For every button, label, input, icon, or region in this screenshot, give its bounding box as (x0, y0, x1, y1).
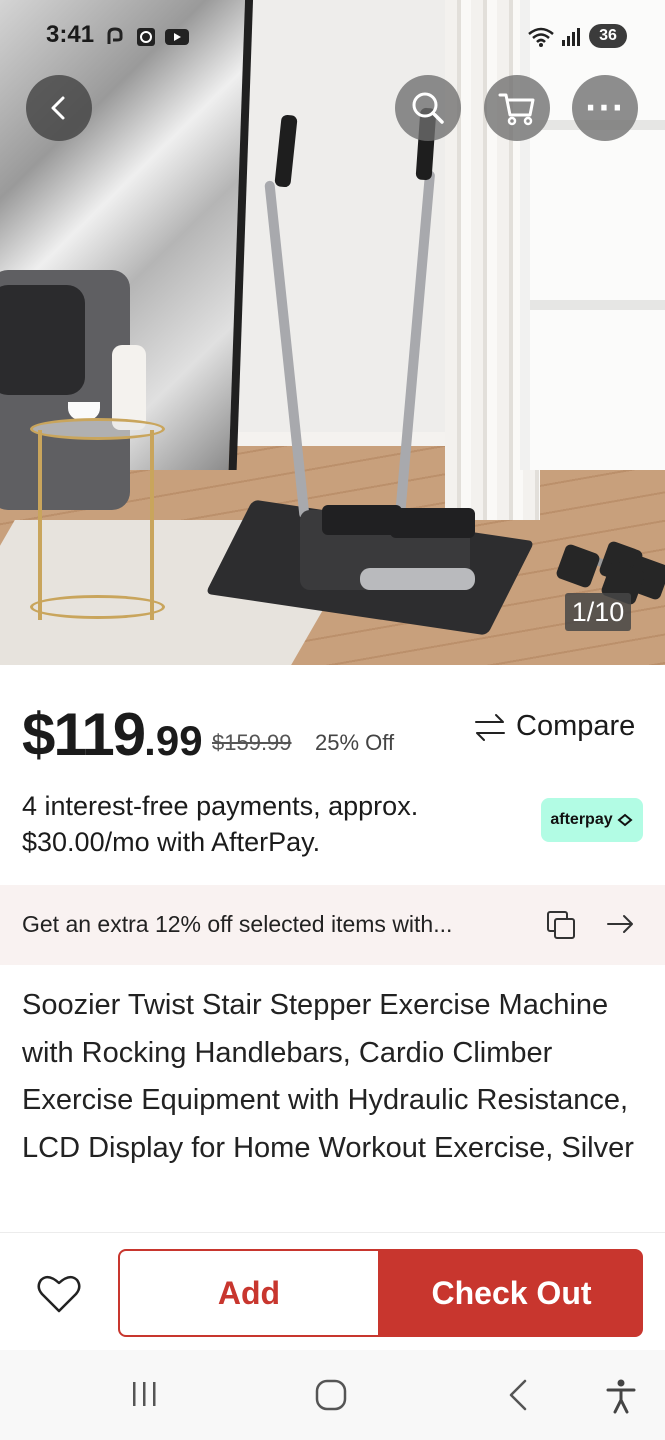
arrow-right-icon[interactable] (605, 909, 635, 939)
original-price: $159.99 (212, 730, 292, 755)
stepper-cylinder (360, 568, 475, 590)
wifi-icon (528, 27, 554, 47)
search-button[interactable] (395, 75, 461, 141)
copy-icon[interactable] (545, 909, 577, 941)
promo-banner[interactable]: Get an extra 12% off selected items with… (0, 885, 665, 965)
system-navigation-bar (0, 1350, 665, 1440)
back-icon[interactable] (505, 1378, 531, 1412)
search-icon (412, 92, 444, 124)
compare-label: Compare (516, 710, 636, 742)
scene-table-leg (150, 430, 154, 620)
current-price: $119.99 (22, 700, 203, 769)
status-time: 3:41 (46, 21, 95, 48)
price-cents: .99 (144, 717, 203, 764)
afterpay-line2: $30.00/mo with AfterPay. (22, 827, 321, 857)
product-title: Soozier Twist Stair Stepper Exercise Mac… (22, 989, 634, 1164)
battery-icon: 36 (589, 24, 627, 48)
price-whole: $119 (22, 701, 146, 768)
notification-icon (107, 27, 123, 44)
more-button[interactable]: ··· (572, 75, 638, 141)
scene-table-leg (38, 430, 42, 620)
checkout-button[interactable]: Check Out (380, 1249, 643, 1337)
scene-window (520, 0, 665, 470)
product-image[interactable]: 1/10 (0, 0, 665, 665)
stepper-pedal-right (390, 508, 475, 538)
afterpay-info: 4 interest-free payments, approx. $30.00… (22, 788, 522, 860)
promo-text: Get an extra 12% off selected items with… (22, 911, 453, 937)
discount-badge: 25% Off (315, 730, 395, 755)
youtube-icon (165, 29, 189, 45)
home-icon[interactable] (314, 1378, 348, 1412)
image-counter: 1/10 (565, 593, 631, 631)
price-row: $119.99 $159.99 25% Off Compare (22, 700, 642, 770)
bottom-action-bar: Add Check Out (0, 1232, 665, 1350)
signal-icon (562, 28, 580, 46)
status-bar: 3:41 36 (0, 18, 665, 54)
back-button[interactable] (26, 75, 92, 141)
afterpay-logo-icon (617, 813, 633, 827)
cart-button[interactable] (484, 75, 550, 141)
add-to-cart-button[interactable]: Add (118, 1249, 380, 1337)
afterpay-logo-text: afterpay (550, 811, 613, 828)
scene-pillow (0, 285, 85, 395)
cart-icon (498, 93, 535, 126)
alarm-icon (137, 28, 155, 46)
afterpay-badge[interactable]: afterpay (541, 798, 643, 842)
scene-side-table (30, 418, 165, 440)
afterpay-line1: 4 interest-free payments, approx. (22, 791, 419, 821)
heart-icon[interactable] (36, 1273, 82, 1315)
compare-arrows-icon (475, 713, 505, 741)
back-arrow-icon (51, 96, 65, 120)
scene-table-base (30, 595, 165, 619)
more-icon: ··· (584, 90, 626, 126)
scene-vase (112, 345, 146, 430)
recents-icon[interactable] (130, 1378, 160, 1410)
compare-button[interactable]: Compare (474, 710, 635, 743)
accessibility-icon[interactable] (605, 1378, 637, 1414)
